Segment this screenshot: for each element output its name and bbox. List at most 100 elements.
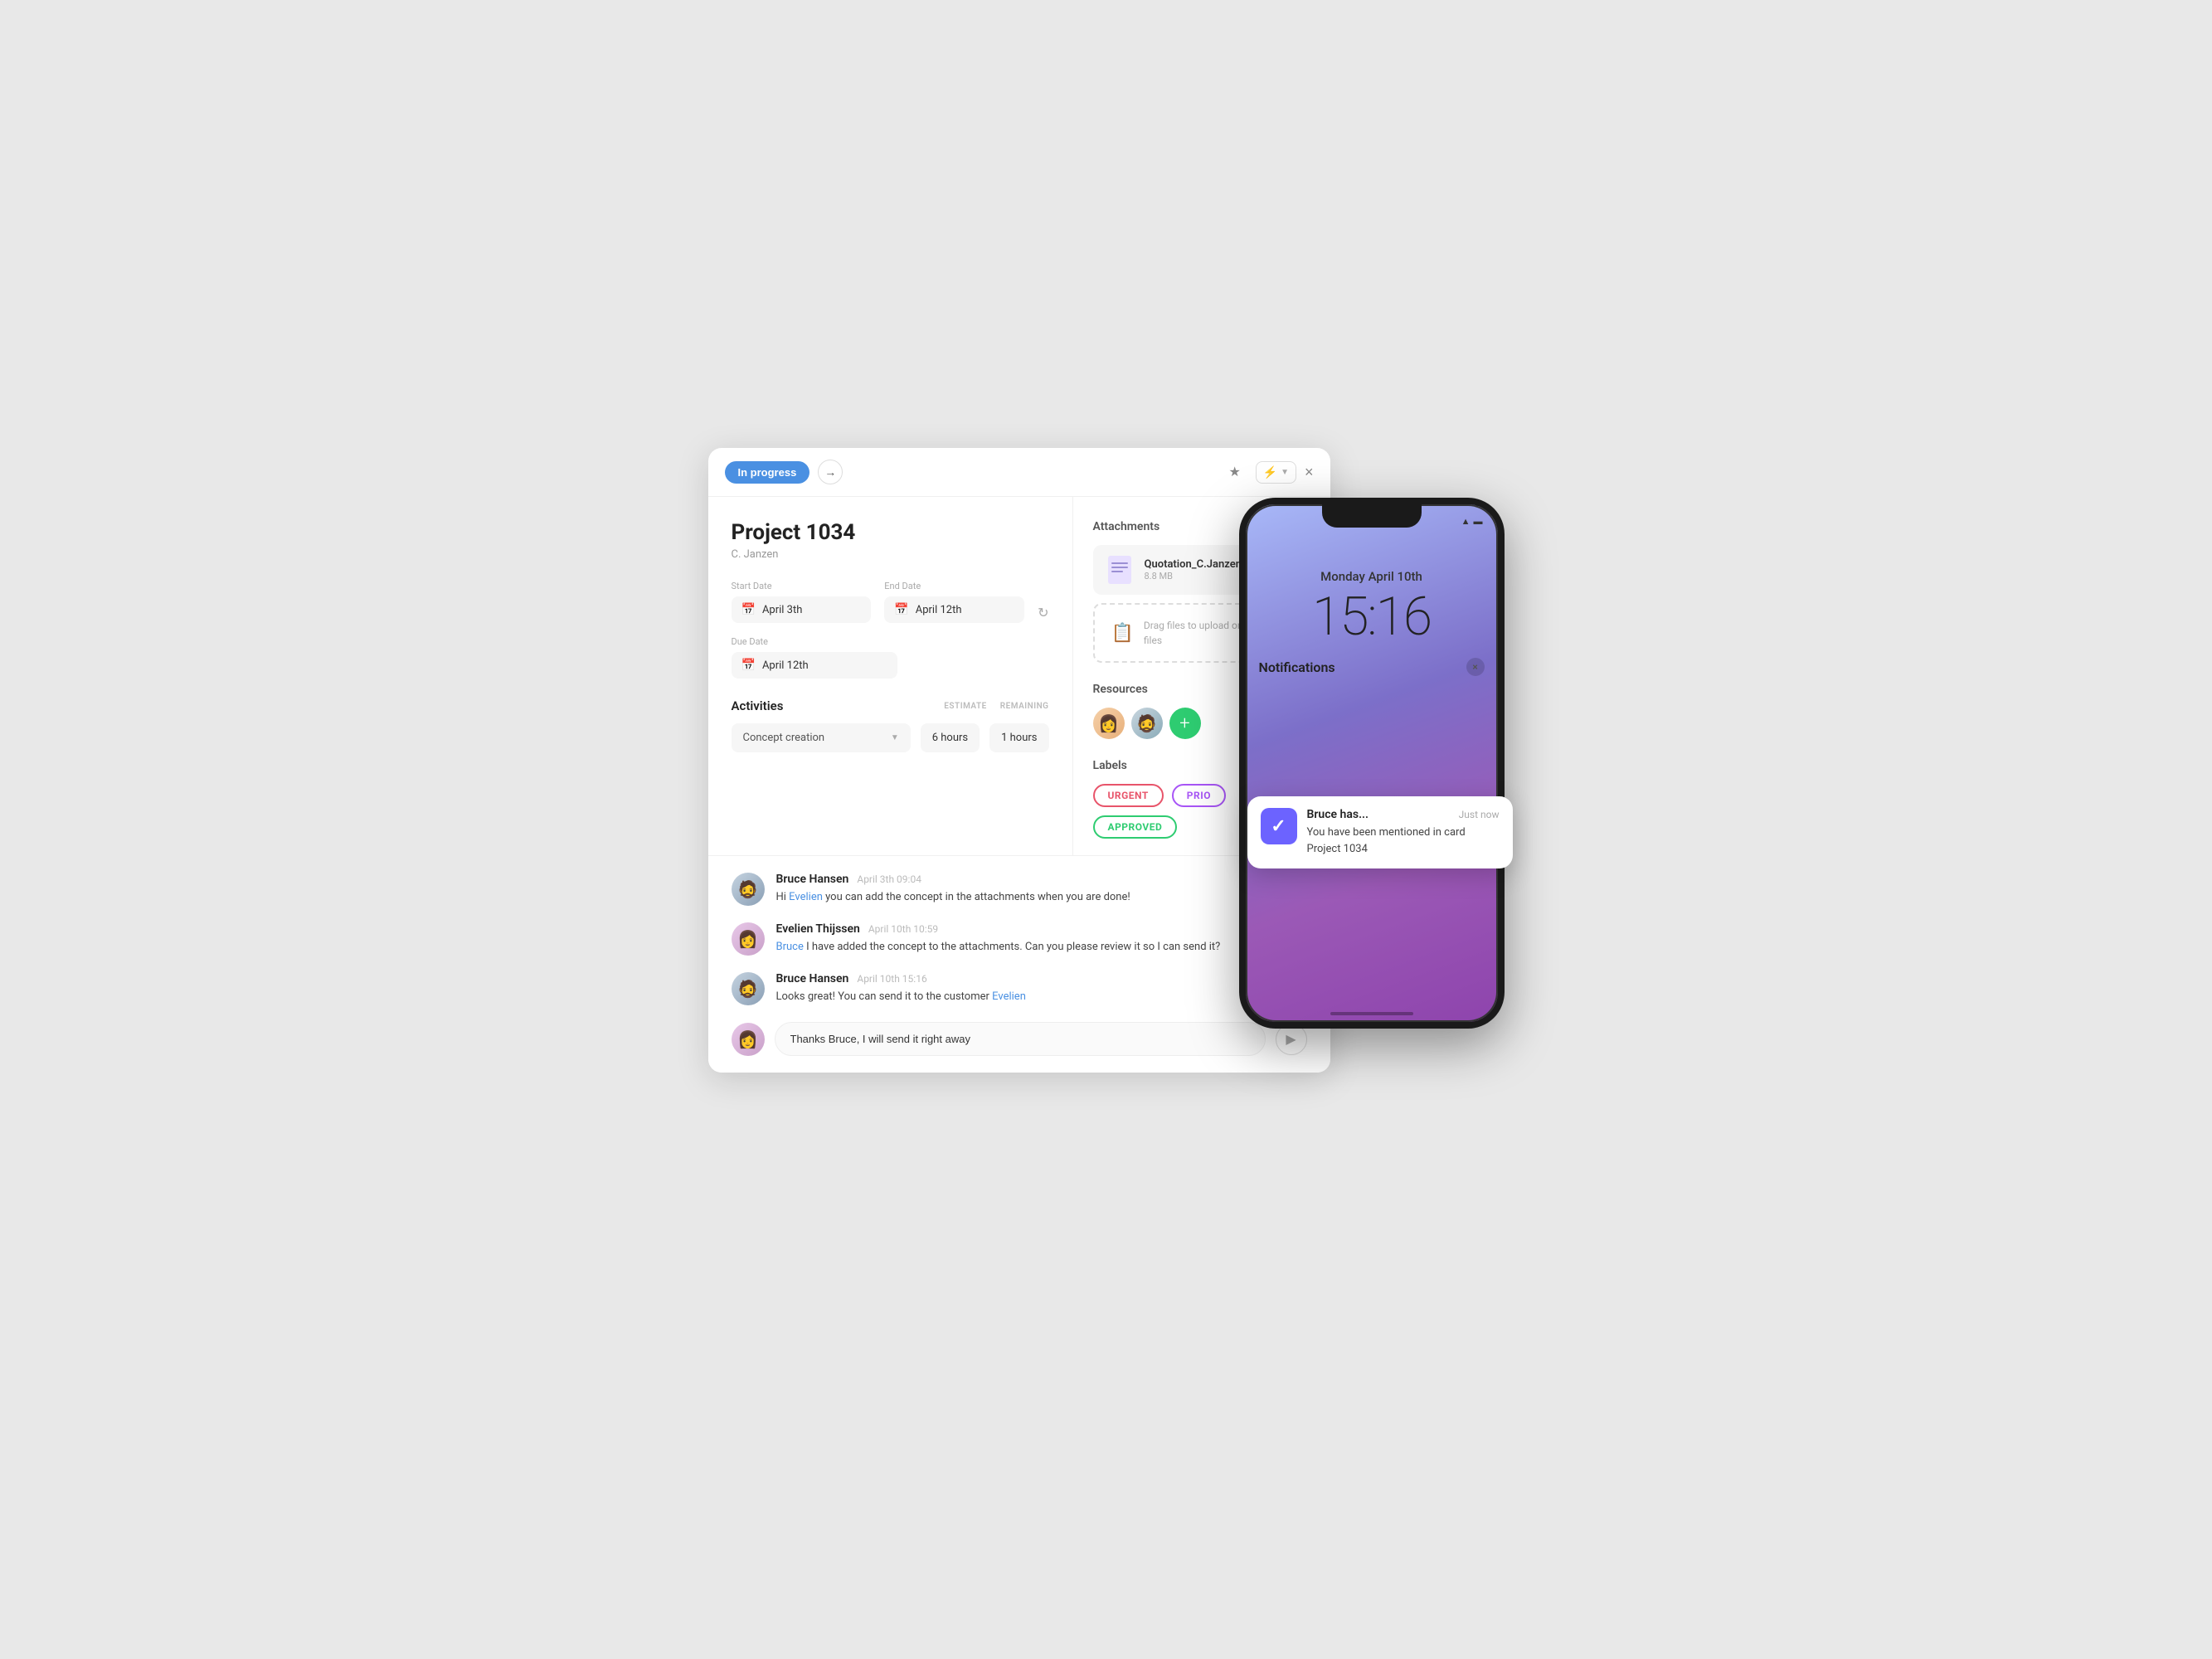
comment-text-2: Bruce I have added the concept to the at… <box>776 939 1221 956</box>
send-icon: ▶ <box>1286 1031 1296 1048</box>
iphone-mockup: ▲ ▬ Monday April 10th 15:16 Notification… <box>1239 498 1505 1029</box>
start-date-label: Start date <box>732 581 872 591</box>
iphone-date: Monday April 10th <box>1312 569 1431 584</box>
comment-item-2: 👩 Evelien Thijssen April 10th 10:59 Bruc… <box>732 922 1307 956</box>
activity-remaining: 1 hours <box>989 723 1048 752</box>
card-header: In progress → ★ ⚡ ▼ × <box>708 448 1330 497</box>
activity-estimate: 6 hours <box>921 723 980 752</box>
notif-app-icon: ✓ <box>1261 808 1297 844</box>
notif-body: You have been mentioned in card Project … <box>1307 825 1500 857</box>
iphone-status-bar: ▲ ▬ <box>1246 508 1498 527</box>
mention-bruce-1[interactable]: Bruce <box>776 941 804 953</box>
header-left: In progress → <box>725 460 843 484</box>
arrow-button[interactable]: → <box>818 460 843 484</box>
comment-avatar-evelien: 👩 <box>732 922 765 956</box>
project-title: Project 1034 <box>732 520 1049 545</box>
star-icon: ★ <box>1228 464 1240 480</box>
project-subtitle: C. Janzen <box>732 548 1049 561</box>
comment-content-3: Bruce Hansen April 10th 15:16 Looks grea… <box>776 972 1026 1005</box>
comment-input[interactable] <box>775 1022 1266 1056</box>
comment-text-1: Hi Evelien you can add the concept in th… <box>776 889 1130 906</box>
activity-name: Concept creation <box>743 732 825 744</box>
start-date-input[interactable]: 📅 April 3th <box>732 596 872 623</box>
notif-header-row: Bruce has... Just now <box>1307 808 1500 821</box>
lightning-chevron: ▼ <box>1281 468 1289 477</box>
comment-author-3: Bruce Hansen <box>776 972 849 985</box>
activities-header: Activities ESTIMATE REMAINING <box>732 698 1049 713</box>
calendar-icon-due: 📅 <box>741 659 756 672</box>
iphone-status-right: ▲ ▬ <box>1461 516 1483 527</box>
comment-text-3: Looks great! You can send it to the cust… <box>776 989 1026 1005</box>
end-date-label: End date <box>884 581 1024 591</box>
comment-header-3: Bruce Hansen April 10th 15:16 <box>776 972 1026 985</box>
notification-popup[interactable]: ✓ Bruce has... Just now You have been me… <box>1247 796 1513 868</box>
notif-title: Bruce has... <box>1307 808 1369 821</box>
add-resource-button[interactable]: + <box>1169 708 1201 739</box>
notifications-label: Notifications <box>1259 659 1335 675</box>
header-right: ★ ⚡ ▼ × <box>1223 460 1314 484</box>
comment-author-1: Bruce Hansen <box>776 873 849 886</box>
comment-content-1: Bruce Hansen April 3th 09:04 Hi Evelien … <box>776 873 1130 906</box>
left-panel: Project 1034 C. Janzen Start date 📅 Apri… <box>708 497 1073 855</box>
end-date-value: April 12th <box>916 604 962 616</box>
comment-header-1: Bruce Hansen April 3th 09:04 <box>776 873 1130 886</box>
comment-avatar-bruce-1: 🧔 <box>732 873 765 906</box>
iphone-clock: 15:16 <box>1312 586 1431 648</box>
mention-evelien-2[interactable]: Evelien <box>992 990 1026 1003</box>
due-date-label: Due date <box>732 636 1049 647</box>
iphone-bottom-bar <box>1330 1012 1413 1015</box>
comment-time-1: April 3th 09:04 <box>857 873 921 885</box>
due-date-value: April 12th <box>762 659 809 672</box>
comment-content-2: Evelien Thijssen April 10th 10:59 Bruce … <box>776 922 1221 956</box>
star-button[interactable]: ★ <box>1223 460 1247 484</box>
calendar-icon: 📅 <box>741 603 756 616</box>
start-date-field: Start date 📅 April 3th <box>732 581 872 623</box>
comment-item-1: 🧔 Bruce Hansen April 3th 09:04 Hi Evelie… <box>732 873 1307 906</box>
wifi-icon: ▲ <box>1461 516 1471 527</box>
upload-icon: 📋 <box>1111 623 1134 644</box>
lightning-icon: ⚡ <box>1263 465 1277 479</box>
comment-time-3: April 10th 15:16 <box>857 973 926 985</box>
close-button[interactable]: × <box>1305 464 1314 481</box>
comment-avatar-bruce-2: 🧔 <box>732 972 765 1005</box>
comments-section: 🧔 Bruce Hansen April 3th 09:04 Hi Evelie… <box>708 855 1330 1073</box>
activity-row: Concept creation ▼ 6 hours 1 hours <box>732 723 1049 752</box>
activity-select[interactable]: Concept creation ▼ <box>732 723 911 752</box>
mention-evelien-1[interactable]: Evelien <box>789 891 823 903</box>
due-date-row: Due date 📅 April 12th <box>732 636 1049 679</box>
activities-title: Activities <box>732 698 784 713</box>
comment-author-2: Evelien Thijssen <box>776 922 860 936</box>
end-date-field: End date 📅 April 12th <box>884 581 1024 623</box>
notif-time: Just now <box>1459 809 1500 820</box>
comment-item-3: 🧔 Bruce Hansen April 10th 15:16 Looks gr… <box>732 972 1307 1005</box>
iphone-screen: ▲ ▬ Monday April 10th 15:16 Notification… <box>1246 504 1498 1022</box>
card-body: Project 1034 C. Janzen Start date 📅 Apri… <box>708 497 1330 855</box>
project-card: In progress → ★ ⚡ ▼ × Project 1034 C. Ja… <box>708 448 1330 1073</box>
lightning-button[interactable]: ⚡ ▼ <box>1256 461 1296 484</box>
iphone-notifications-header: Notifications × <box>1246 648 1498 681</box>
status-button[interactable]: In progress <box>725 461 810 484</box>
notif-content: Bruce has... Just now You have been ment… <box>1307 808 1500 857</box>
notif-check-icon: ✓ <box>1271 816 1286 837</box>
activities-cols: ESTIMATE REMAINING <box>944 702 1048 711</box>
comment-header-2: Evelien Thijssen April 10th 10:59 <box>776 922 1221 936</box>
label-approved[interactable]: APPROVED <box>1093 815 1178 839</box>
label-urgent[interactable]: URGENT <box>1093 784 1164 807</box>
estimate-col-label: ESTIMATE <box>944 702 986 711</box>
resource-avatar-1[interactable]: 👩 <box>1093 708 1125 739</box>
pdf-icon <box>1105 555 1135 585</box>
iphone-time-area: Monday April 10th 15:16 <box>1312 528 1431 648</box>
end-date-input[interactable]: 📅 April 12th <box>884 596 1024 623</box>
label-prio[interactable]: PRIO <box>1172 784 1226 807</box>
battery-icon: ▬ <box>1474 516 1483 527</box>
activities-section: Activities ESTIMATE REMAINING Concept cr… <box>732 698 1049 752</box>
remaining-col-label: REMAINING <box>1000 702 1049 711</box>
comment-input-row: 👩 ▶ <box>732 1022 1307 1056</box>
chevron-down-icon: ▼ <box>891 733 899 742</box>
refresh-button[interactable]: ↻ <box>1038 605 1048 621</box>
resource-avatar-2[interactable]: 🧔 <box>1131 708 1163 739</box>
notifications-close[interactable]: × <box>1466 658 1485 676</box>
comment-time-2: April 10th 10:59 <box>868 923 938 935</box>
calendar-icon-end: 📅 <box>894 603 908 616</box>
due-date-input[interactable]: 📅 April 12th <box>732 652 897 679</box>
